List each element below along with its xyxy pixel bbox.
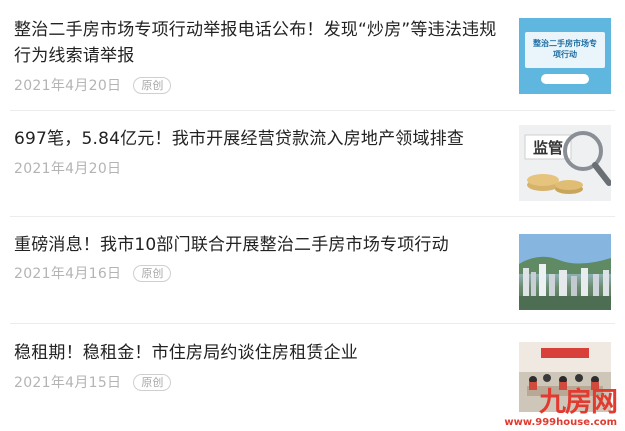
watermark-brand: 九房网 [539, 387, 618, 418]
thumbnail-banner: 整治二手房市场专项行动 [525, 32, 605, 68]
magnifier-coins-image: 监管 [519, 125, 611, 201]
article-title[interactable]: 稳租期！稳租金！市住房局约谈住房租赁企业 [14, 340, 504, 366]
list-item[interactable]: 重磅消息！我市10部门联合开展整治二手房市场专项行动 2021年4月16日 原创 [0, 217, 625, 321]
article-date: 2021年4月20日 [14, 161, 122, 177]
city-skyline-image [519, 234, 611, 310]
site-watermark: 九房网 www.999house.com [504, 387, 618, 429]
list-item[interactable]: 697笔，5.84亿元！我市开展经营贷款流入房地产领域排查 2021年4月20日… [0, 111, 625, 215]
original-badge: 原创 [133, 76, 172, 94]
thumbnail-text: 整治二手房市场专项行动 [533, 39, 597, 59]
article-thumbnail[interactable]: 监管 [519, 125, 611, 201]
thumbnail-text: 监管 [533, 139, 563, 157]
article-meta: 2021年4月15日 原创 [14, 372, 172, 392]
article-date: 2021年4月15日 [14, 375, 122, 391]
article-title[interactable]: 697笔，5.84亿元！我市开展经营贷款流入房地产领域排查 [14, 126, 504, 152]
article-meta: 2021年4月16日 原创 [14, 263, 172, 283]
article-title[interactable]: 整治二手房市场专项行动举报电话公布！发现“炒房”等违法违规行为线索请举报 [14, 17, 504, 69]
article-date: 2021年4月20日 [14, 78, 122, 94]
thumbnail-pill [541, 74, 589, 84]
article-meta: 2021年4月20日 [14, 158, 121, 178]
article-meta: 2021年4月20日 原创 [14, 75, 172, 95]
original-badge: 原创 [133, 264, 172, 282]
watermark-url: www.999house.com [504, 417, 617, 428]
article-thumbnail[interactable]: 整治二手房市场专项行动 [519, 18, 611, 94]
list-item[interactable]: 整治二手房市场专项行动举报电话公布！发现“炒房”等违法违规行为线索请举报 202… [0, 0, 625, 104]
article-list: 整治二手房市场专项行动举报电话公布！发现“炒房”等违法违规行为线索请举报 202… [0, 0, 625, 431]
article-thumbnail[interactable] [519, 234, 611, 310]
original-badge: 原创 [133, 373, 172, 391]
article-date: 2021年4月16日 [14, 266, 122, 282]
article-title[interactable]: 重磅消息！我市10部门联合开展整治二手房市场专项行动 [14, 232, 504, 258]
